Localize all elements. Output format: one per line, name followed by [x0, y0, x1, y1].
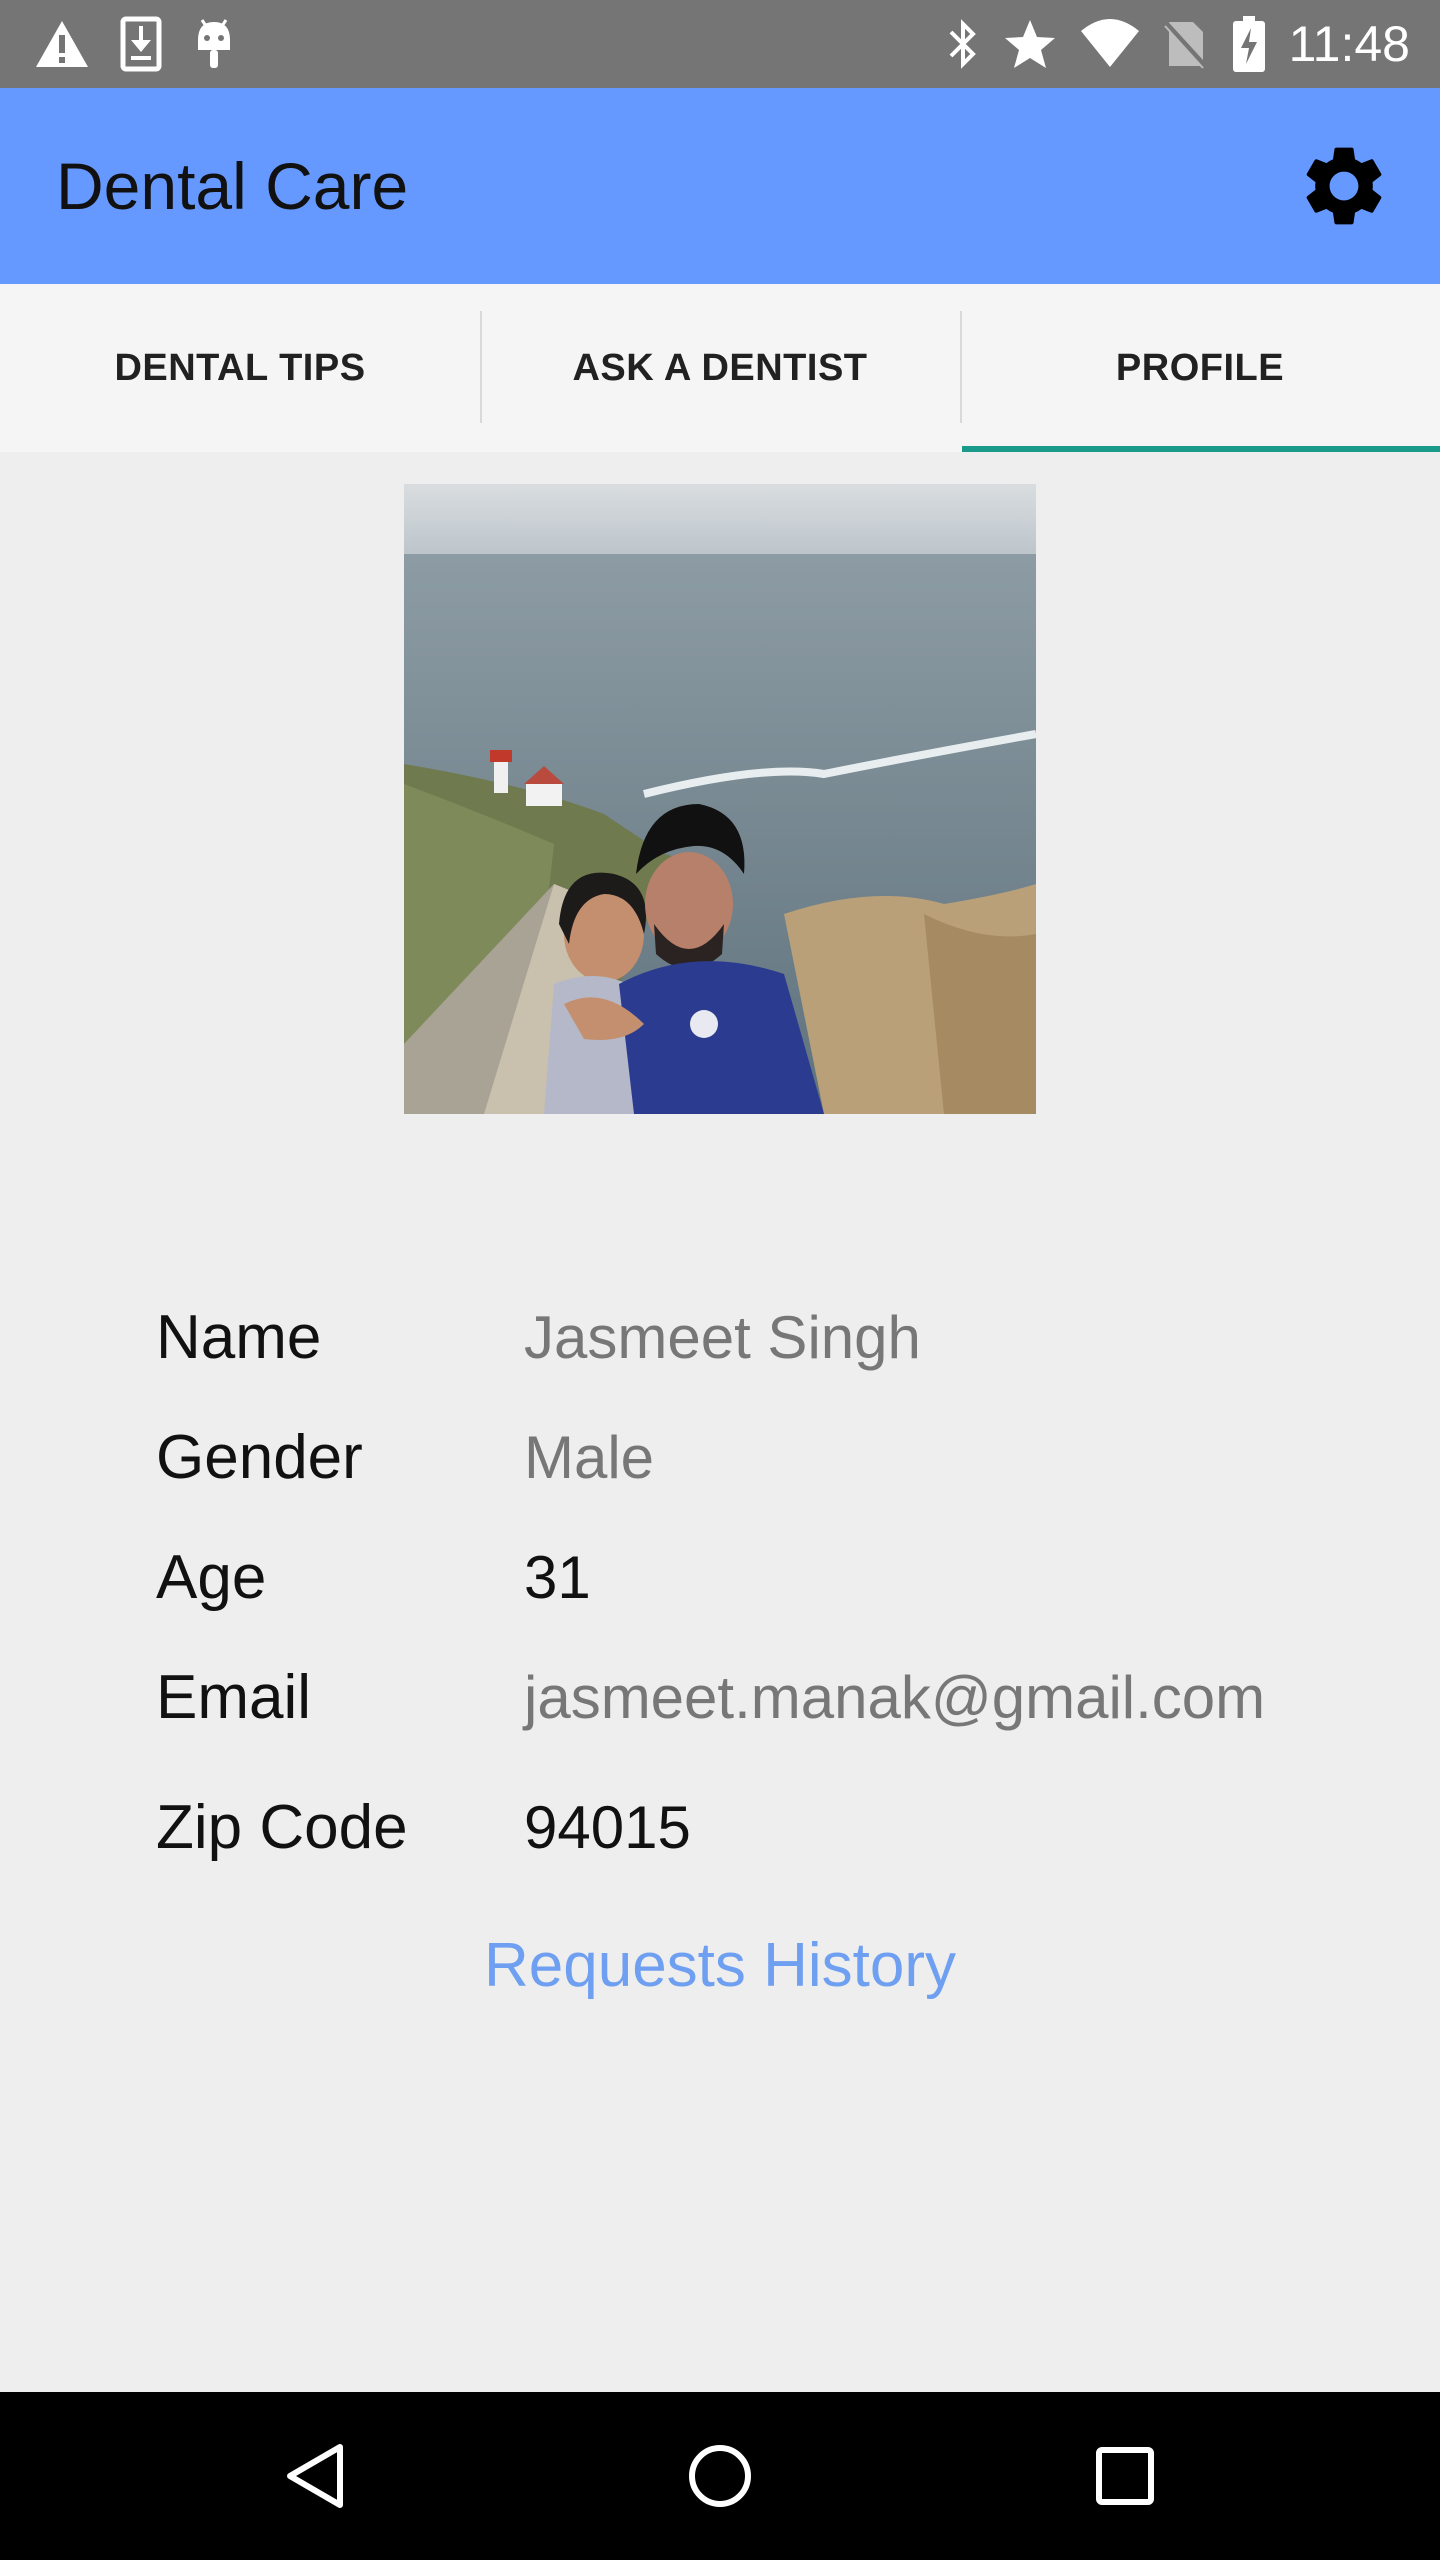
name-label: Name [156, 1302, 322, 1372]
name-value: Jasmeet Singh [524, 1303, 921, 1371]
tab-bar: DENTAL TIPS ASK A DENTIST PROFILE [0, 284, 1440, 452]
age-value: 31 [524, 1543, 591, 1611]
wifi-icon [1080, 19, 1139, 67]
app-bar: Dental Care [0, 88, 1440, 284]
age-row: Age 31 [156, 1532, 591, 1622]
status-bar: 11:48 [0, 0, 1440, 88]
email-value: jasmeet.manak@gmail.com [524, 1663, 1266, 1731]
age-label: Age [156, 1542, 267, 1612]
settings-button[interactable] [1294, 136, 1394, 236]
status-left-icons [34, 14, 236, 74]
recents-button[interactable] [1075, 2426, 1175, 2526]
email-row: Email jasmeet.manak@gmail.com [156, 1652, 1265, 1742]
profile-photo [404, 484, 1036, 1114]
navigation-bar [0, 2392, 1440, 2560]
tab-dental-tips[interactable]: DENTAL TIPS [0, 284, 480, 452]
no-sim-icon [1162, 20, 1209, 70]
back-icon [287, 2444, 343, 2508]
gender-row: Gender Male [156, 1412, 654, 1502]
home-button[interactable] [670, 2426, 770, 2526]
android-icon [198, 19, 230, 68]
warning-icon [36, 21, 88, 67]
zip-code-label: Zip Code [156, 1792, 408, 1862]
app-title: Dental Care [56, 149, 409, 223]
download-icon [120, 16, 162, 72]
zip-code-value: 94015 [524, 1793, 691, 1861]
back-button[interactable] [266, 2426, 366, 2526]
status-right-icons: 11:48 [945, 14, 1410, 74]
recents-icon [1096, 2447, 1154, 2505]
status-time: 11:48 [1288, 16, 1410, 72]
tab-profile[interactable]: PROFILE [960, 284, 1440, 452]
bluetooth-icon [949, 19, 976, 69]
requests-history-link[interactable]: Requests History [0, 1930, 1440, 2001]
tab-ask-a-dentist[interactable]: ASK A DENTIST [480, 284, 960, 452]
battery-charging-icon [1232, 16, 1265, 72]
email-label: Email [156, 1662, 312, 1732]
gender-value: Male [524, 1423, 655, 1491]
zip-code-row: Zip Code 94015 [156, 1782, 691, 1872]
star-icon [1004, 20, 1055, 68]
home-icon [689, 2445, 751, 2507]
gear-icon [1306, 147, 1382, 225]
name-row: Name Jasmeet Singh [156, 1292, 921, 1382]
gender-label: Gender [156, 1422, 363, 1492]
